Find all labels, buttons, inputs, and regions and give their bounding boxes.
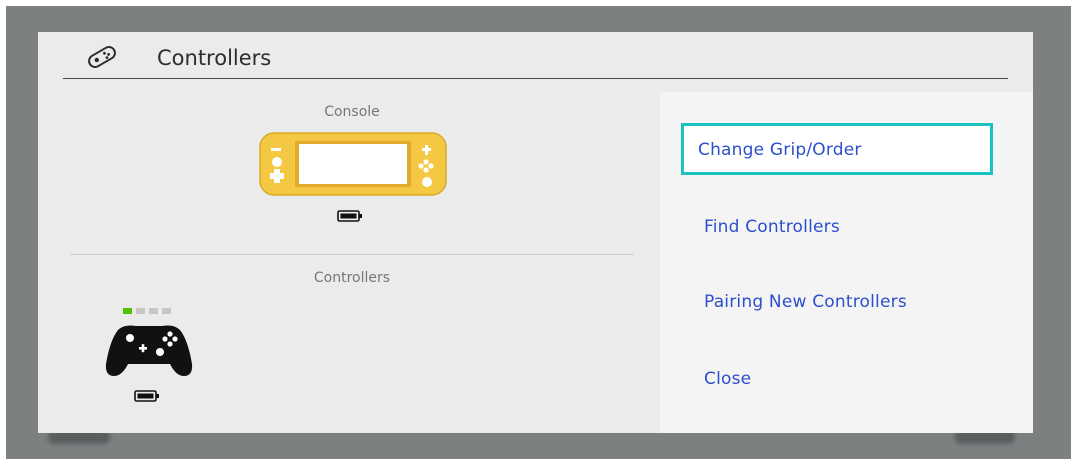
switch-lite-icon <box>259 132 447 196</box>
controllers-dialog: Controllers Console Controllers Change G… <box>38 32 1033 433</box>
joycon-icon <box>88 46 116 68</box>
player-led-3 <box>149 308 158 314</box>
change-grip-order-label: Change Grip/Order <box>698 140 862 160</box>
player-led-1 <box>123 308 132 314</box>
player-led-2 <box>136 308 145 314</box>
controller-menu: Change Grip/Order Find Controllers Pairi… <box>660 92 1033 433</box>
controller-battery-icon <box>134 390 159 402</box>
dialog-header: Controllers <box>63 32 1008 79</box>
player-indicator <box>123 308 171 314</box>
player-led-4 <box>162 308 171 314</box>
section-divider <box>70 254 634 255</box>
find-controllers-button[interactable]: Find Controllers <box>704 217 840 237</box>
controllers-label: Controllers <box>313 270 391 286</box>
pairing-new-controllers-button[interactable]: Pairing New Controllers <box>704 292 907 312</box>
change-grip-order-button[interactable]: Change Grip/Order <box>681 123 993 175</box>
console-battery-icon <box>337 210 362 222</box>
page-title: Controllers <box>157 46 272 70</box>
pro-controller-icon[interactable] <box>104 322 194 378</box>
close-button[interactable]: Close <box>704 369 751 389</box>
console-label: Console <box>324 104 380 120</box>
